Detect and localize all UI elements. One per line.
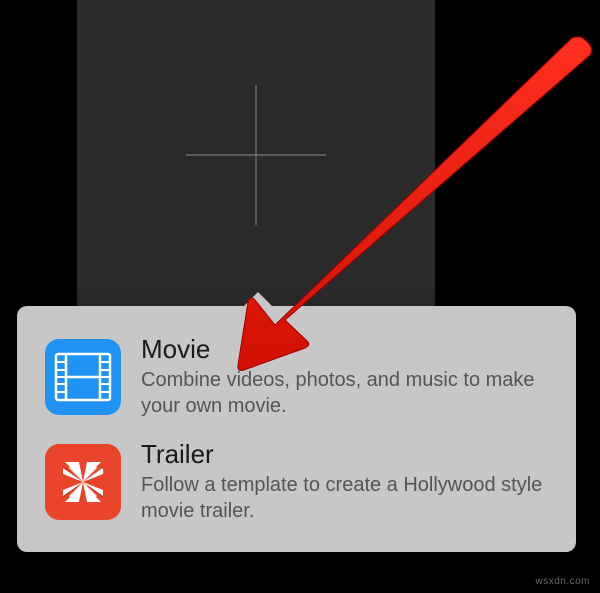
menu-desc-movie: Combine videos, photos, and music to mak… xyxy=(141,367,548,419)
menu-item-trailer[interactable]: Trailer Follow a template to create a Ho… xyxy=(37,429,556,534)
clapperboard-icon xyxy=(45,444,121,520)
menu-title-movie: Movie xyxy=(141,334,548,365)
menu-title-trailer: Trailer xyxy=(141,439,548,470)
clapperboard-svg xyxy=(55,454,111,510)
new-project-popover: Movie Combine videos, photos, and music … xyxy=(17,306,576,552)
menu-desc-trailer: Follow a template to create a Hollywood … xyxy=(141,472,548,524)
film-strip-svg xyxy=(54,352,112,402)
plus-icon xyxy=(186,85,326,225)
film-strip-icon xyxy=(45,339,121,415)
create-new-tile[interactable] xyxy=(77,0,435,310)
menu-text-trailer: Trailer Follow a template to create a Ho… xyxy=(141,439,548,524)
menu-text-movie: Movie Combine videos, photos, and music … xyxy=(141,334,548,419)
watermark: wsxdn.com xyxy=(535,576,590,587)
menu-item-movie[interactable]: Movie Combine videos, photos, and music … xyxy=(37,324,556,429)
popover-arrow xyxy=(242,292,274,308)
